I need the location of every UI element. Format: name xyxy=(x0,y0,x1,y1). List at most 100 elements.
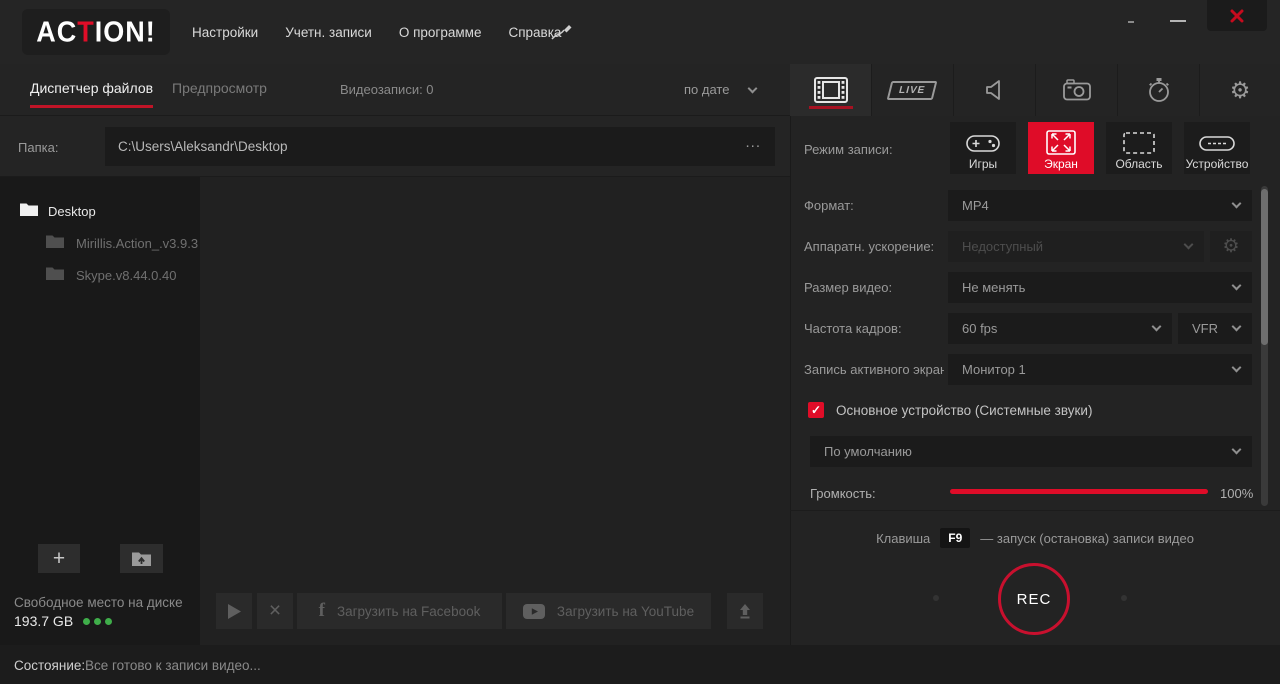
mode-screen-button[interactable]: Экран xyxy=(1028,122,1094,174)
tab-benchmark[interactable] xyxy=(1118,64,1200,116)
app-logo: ACTION! xyxy=(22,9,170,55)
framerate-dropdown[interactable]: 60 fps xyxy=(948,313,1172,344)
rec-side-dot xyxy=(933,595,939,601)
rec-button[interactable]: REC xyxy=(998,563,1070,635)
tab-live-streaming[interactable]: LIVE xyxy=(872,64,954,116)
facebook-icon: f xyxy=(319,600,325,622)
chevron-down-icon xyxy=(1232,363,1242,373)
tree-item-skype[interactable]: Skype.v8.44.0.40 xyxy=(76,268,176,283)
upload-youtube-label: Загрузить на YouTube xyxy=(557,604,694,619)
logo-part-red: T xyxy=(77,16,95,47)
tab-preview[interactable]: Предпросмотр xyxy=(172,80,267,96)
video-size-label: Размер видео: xyxy=(804,280,892,295)
files-area xyxy=(200,177,790,645)
fullscreen-icon xyxy=(1046,130,1076,155)
mode-device-button[interactable]: Устройство xyxy=(1184,122,1250,174)
format-value: MP4 xyxy=(962,198,989,213)
monitor-dropdown[interactable]: Монитор 1 xyxy=(948,354,1252,385)
menu-about[interactable]: О программе xyxy=(399,25,482,40)
check-icon: ✓ xyxy=(811,403,821,417)
live-icon: LIVE xyxy=(887,81,938,100)
logo-part: AC xyxy=(36,16,77,47)
tab-file-manager[interactable]: Диспетчер файлов xyxy=(30,80,153,108)
mode-region-label: Область xyxy=(1115,157,1162,171)
gear-icon: ⚙ xyxy=(1222,237,1239,256)
volume-value: 100% xyxy=(1220,486,1253,501)
pen-icon[interactable] xyxy=(550,22,576,45)
volume-label: Громкость: xyxy=(810,486,876,501)
upload-button[interactable] xyxy=(727,593,763,629)
menu-accounts[interactable]: Учетн. записи xyxy=(285,25,372,40)
gear-icon: ⚙ xyxy=(1230,79,1251,102)
folder-icon xyxy=(46,234,64,248)
logo-part: ION! xyxy=(95,16,156,47)
free-space-label: Свободное место на диске xyxy=(14,595,183,610)
active-screen-label: Запись активного экрана xyxy=(804,362,944,377)
app-logo-text: ACTION! xyxy=(36,16,156,49)
mode-games-button[interactable]: Игры xyxy=(950,122,1016,174)
folder-import-icon xyxy=(132,551,151,566)
youtube-icon xyxy=(523,604,545,619)
tab-settings[interactable]: ⚙ xyxy=(1200,64,1280,116)
mode-device-label: Устройство xyxy=(1186,157,1249,171)
close-icon xyxy=(1230,9,1244,23)
upload-facebook-button[interactable]: f Загрузить на Facebook xyxy=(297,593,502,629)
hw-accel-dropdown: Недоступный xyxy=(948,231,1204,262)
video-size-value: Не менять xyxy=(962,280,1025,295)
free-space-line: 193.7 GB xyxy=(14,613,112,629)
add-folder-button[interactable]: + xyxy=(38,544,80,573)
speaker-icon xyxy=(984,79,1006,101)
chevron-down-icon xyxy=(1232,445,1242,455)
framerate-value: 60 fps xyxy=(962,321,997,336)
folder-path-value: C:\Users\Aleksandr\Desktop xyxy=(118,139,288,154)
format-dropdown[interactable]: MP4 xyxy=(948,190,1252,221)
tree-item-mirillis[interactable]: Mirillis.Action_.v3.9.3 xyxy=(76,236,198,251)
stopwatch-icon xyxy=(1146,77,1172,103)
tree-item-desktop[interactable]: Desktop xyxy=(48,204,96,219)
mode-games-label: Игры xyxy=(969,157,997,171)
hw-accel-label: Аппаратн. ускорение: xyxy=(804,239,934,254)
delete-button[interactable]: × xyxy=(257,593,293,629)
chevron-down-icon xyxy=(1184,240,1194,250)
play-button[interactable] xyxy=(216,593,252,629)
format-label: Формат: xyxy=(804,198,854,213)
browse-button[interactable]: ... xyxy=(745,134,761,151)
import-folder-button[interactable] xyxy=(120,544,163,573)
close-button[interactable] xyxy=(1207,0,1267,31)
recording-mode-label: Режим записи: xyxy=(804,142,893,157)
volume-slider[interactable] xyxy=(950,489,1208,494)
audio-device-dropdown[interactable]: По умолчанию xyxy=(810,436,1252,467)
scrollbar-thumb[interactable] xyxy=(1261,189,1268,345)
film-icon xyxy=(814,77,848,103)
system-sound-checkbox[interactable]: ✓ xyxy=(808,402,824,418)
folder-path-input[interactable]: C:\Users\Aleksandr\Desktop ... xyxy=(105,127,775,166)
framerate-label: Частота кадров: xyxy=(804,321,902,336)
hotkey-key[interactable]: F9 xyxy=(940,528,970,548)
rec-side-dot xyxy=(1121,595,1127,601)
video-size-dropdown[interactable]: Не менять xyxy=(948,272,1252,303)
menu-settings[interactable]: Настройки xyxy=(192,25,258,40)
minimize-icon[interactable] xyxy=(1170,20,1186,22)
tab-screenshots[interactable] xyxy=(1036,64,1118,116)
chevron-down-icon xyxy=(1232,199,1242,209)
hw-accel-value: Недоступный xyxy=(962,239,1043,254)
plus-icon: + xyxy=(53,547,65,571)
sort-dropdown[interactable]: по дате xyxy=(684,82,729,97)
free-space-value: 193.7 GB xyxy=(14,613,73,629)
mode-screen-label: Экран xyxy=(1044,157,1078,171)
mode-region-button[interactable]: Область xyxy=(1106,122,1172,174)
delete-icon: × xyxy=(269,599,281,623)
menubar: Настройки Учетн. записи О программе Спра… xyxy=(192,0,561,64)
framerate-mode-dropdown[interactable]: VFR xyxy=(1178,313,1252,344)
chevron-down-icon xyxy=(1232,322,1242,332)
tab-audio-recording[interactable] xyxy=(954,64,1036,116)
tray-minimize-icon[interactable] xyxy=(1128,21,1134,23)
status-text: Все готово к записи видео... xyxy=(85,658,261,673)
play-icon xyxy=(228,604,241,619)
system-sound-label: Основное устройство (Системные звуки) xyxy=(836,403,1092,418)
framerate-mode-value: VFR xyxy=(1192,321,1218,336)
folder-icon xyxy=(46,266,64,280)
hw-accel-settings-button: ⚙ xyxy=(1210,231,1252,262)
monitor-value: Монитор 1 xyxy=(962,362,1026,377)
upload-youtube-button[interactable]: Загрузить на YouTube xyxy=(506,593,711,629)
